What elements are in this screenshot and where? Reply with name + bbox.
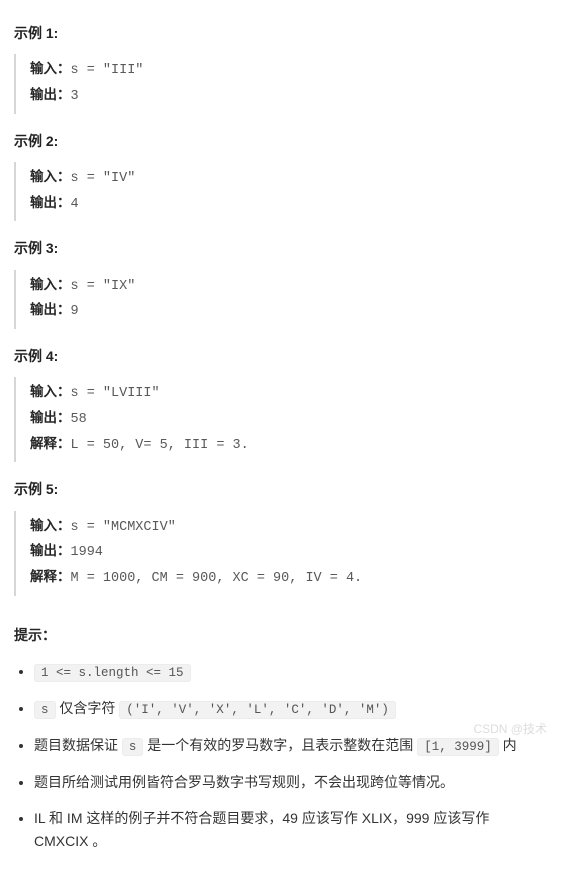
hint-2-text: 仅含字符 — [56, 700, 120, 716]
example-4-output-value: 58 — [71, 412, 87, 427]
example-4-block: 输入：s = "LVIII" 输出：58 解释：L = 50, V= 5, II… — [14, 377, 547, 462]
input-label: 输入： — [30, 279, 71, 294]
hints-list: 1 <= s.length <= 15 s 仅含字符 ('I', 'V', 'X… — [14, 660, 547, 852]
example-5-output-value: 1994 — [71, 545, 103, 560]
hint-1-code: 1 <= s.length <= 15 — [34, 664, 191, 682]
example-3-input: 输入：s = "IX" — [30, 274, 547, 300]
hints-heading: 提示： — [14, 624, 547, 646]
explain-label: 解释： — [30, 571, 71, 586]
hint-2-code-1: s — [34, 701, 56, 719]
hint-item-5: IL 和 IM 这样的例子并不符合题目要求，49 应该写作 XLIX，999 应… — [34, 807, 547, 852]
output-label: 输出： — [30, 89, 71, 104]
example-1-input-value: s = "III" — [71, 63, 144, 78]
example-5-explain-value: M = 1000, CM = 900, XC = 90, IV = 4. — [71, 571, 363, 586]
example-4-heading: 示例 4: — [14, 345, 547, 367]
example-2-input-value: s = "IV" — [71, 171, 136, 186]
hint-item-1: 1 <= s.length <= 15 — [34, 660, 547, 683]
example-2-output: 输出：4 — [30, 192, 547, 218]
input-label: 输入： — [30, 63, 71, 78]
example-5-input: 输入：s = "MCMXCIV" — [30, 515, 547, 541]
example-2-input: 输入：s = "IV" — [30, 166, 547, 192]
example-2-block: 输入：s = "IV" 输出：4 — [14, 162, 547, 221]
hint-item-4: 题目所给测试用例皆符合罗马数字书写规则，不会出现跨位等情况。 — [34, 771, 547, 793]
example-4-input-value: s = "LVIII" — [71, 386, 160, 401]
example-5-explain: 解释：M = 1000, CM = 900, XC = 90, IV = 4. — [30, 566, 547, 592]
explain-label: 解释： — [30, 438, 71, 453]
example-1-block: 输入：s = "III" 输出：3 — [14, 54, 547, 113]
output-label: 输出： — [30, 545, 71, 560]
example-5-input-value: s = "MCMXCIV" — [71, 520, 176, 535]
example-5-output: 输出：1994 — [30, 540, 547, 566]
example-5-block: 输入：s = "MCMXCIV" 输出：1994 解释：M = 1000, CM… — [14, 511, 547, 596]
hint-item-3: 题目数据保证 s 是一个有效的罗马数字，且表示整数在范围 [1, 3999] 内 — [34, 734, 547, 757]
output-label: 输出： — [30, 304, 71, 319]
example-3-block: 输入：s = "IX" 输出：9 — [14, 270, 547, 329]
example-1-output-value: 3 — [71, 89, 79, 104]
input-label: 输入： — [30, 171, 71, 186]
example-4-explain-value: L = 50, V= 5, III = 3. — [71, 438, 249, 453]
example-4-output: 输出：58 — [30, 407, 547, 433]
example-3-heading: 示例 3: — [14, 237, 547, 259]
hint-3-code-2: [1, 3999] — [417, 738, 499, 756]
example-3-output-value: 9 — [71, 304, 79, 319]
example-1-input: 输入：s = "III" — [30, 58, 547, 84]
input-label: 输入： — [30, 386, 71, 401]
example-3-output: 输出：9 — [30, 299, 547, 325]
example-4-explain: 解释：L = 50, V= 5, III = 3. — [30, 433, 547, 459]
example-2-heading: 示例 2: — [14, 130, 547, 152]
example-5-heading: 示例 5: — [14, 478, 547, 500]
output-label: 输出： — [30, 197, 71, 212]
example-2-output-value: 4 — [71, 197, 79, 212]
example-4-input: 输入：s = "LVIII" — [30, 381, 547, 407]
hint-2-code-2: ('I', 'V', 'X', 'L', 'C', 'D', 'M') — [119, 701, 396, 719]
output-label: 输出： — [30, 412, 71, 427]
hint-5-text: IL 和 IM 这样的例子并不符合题目要求，49 应该写作 XLIX，999 应… — [34, 810, 489, 848]
hint-item-2: s 仅含字符 ('I', 'V', 'X', 'L', 'C', 'D', 'M… — [34, 697, 547, 720]
hint-3-code-1: s — [122, 738, 144, 756]
example-1-output: 输出：3 — [30, 84, 547, 110]
example-1-heading: 示例 1: — [14, 22, 547, 44]
input-label: 输入： — [30, 520, 71, 535]
example-3-input-value: s = "IX" — [71, 279, 136, 294]
hint-4-text: 题目所给测试用例皆符合罗马数字书写规则，不会出现跨位等情况。 — [34, 774, 454, 790]
